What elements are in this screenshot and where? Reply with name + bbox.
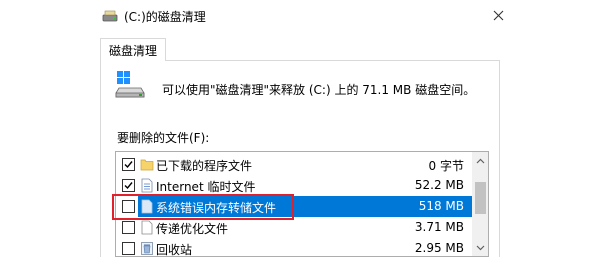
drive-cleanup-icon <box>115 71 145 98</box>
checkbox[interactable] <box>122 221 135 234</box>
tab-label: 磁盘清理 <box>108 43 157 58</box>
document-icon <box>141 220 153 235</box>
file-name: Internet 临时文件 <box>156 180 256 194</box>
document-icon <box>141 178 153 193</box>
files-listbox[interactable]: 已下载的程序文件 0 字节 Internet 临时文件 52.2 MB 系统错误… <box>115 151 489 257</box>
file-name: 系统错误内存转储文件 <box>156 201 277 215</box>
file-name: 传递优化文件 <box>156 222 229 236</box>
scroll-down-button[interactable] <box>472 239 488 256</box>
chevron-up-icon <box>476 158 485 163</box>
checkbox[interactable] <box>122 242 135 255</box>
space-summary: 可以使用"磁盘清理"来释放 (C:) 上的 71.1 MB 磁盘空间。 <box>162 83 476 97</box>
scroll-up-button[interactable] <box>472 152 488 169</box>
file-size: 518 MB <box>418 199 464 213</box>
scroll-thumb[interactable] <box>475 182 486 214</box>
file-size: 2.95 MB <box>414 241 464 255</box>
close-icon <box>493 10 503 20</box>
list-item[interactable]: Internet 临时文件 52.2 MB <box>116 175 472 196</box>
close-button[interactable] <box>486 4 510 26</box>
chevron-down-icon <box>476 245 485 250</box>
window-title: (C:)的磁盘清理 <box>124 10 206 24</box>
checkbox[interactable] <box>122 158 135 171</box>
checkbox[interactable] <box>122 179 135 192</box>
checkmark-icon <box>124 182 133 190</box>
checkmark-icon <box>124 161 133 169</box>
document-icon <box>141 199 153 214</box>
tab-disk-cleanup[interactable]: 磁盘清理 <box>100 38 166 61</box>
list-item[interactable]: 传递优化文件 3.71 MB <box>116 217 472 238</box>
file-name: 已下载的程序文件 <box>156 159 253 173</box>
folder-icon <box>140 159 154 171</box>
file-size: 52.2 MB <box>414 178 464 192</box>
file-name: 回收站 <box>156 243 193 257</box>
file-size: 0 字节 <box>428 159 464 173</box>
list-item[interactable]: 回收站 2.95 MB <box>116 238 472 257</box>
recycle-bin-icon <box>141 242 153 255</box>
list-item[interactable]: 已下载的程序文件 0 字节 <box>116 154 472 175</box>
file-size: 3.71 MB <box>414 220 464 234</box>
list-item-selected[interactable]: 系统错误内存转储文件 518 MB <box>116 196 472 217</box>
drive-icon <box>102 10 118 22</box>
title-bar: (C:)的磁盘清理 <box>0 0 600 32</box>
files-to-delete-label: 要删除的文件(F): <box>117 131 210 145</box>
checkbox[interactable] <box>122 200 135 213</box>
vertical-scrollbar[interactable] <box>472 152 488 256</box>
disk-cleanup-window: (C:)的磁盘清理 磁盘清理 可以使用"磁盘清理"来释放 (C:) 上的 71.… <box>0 0 600 257</box>
